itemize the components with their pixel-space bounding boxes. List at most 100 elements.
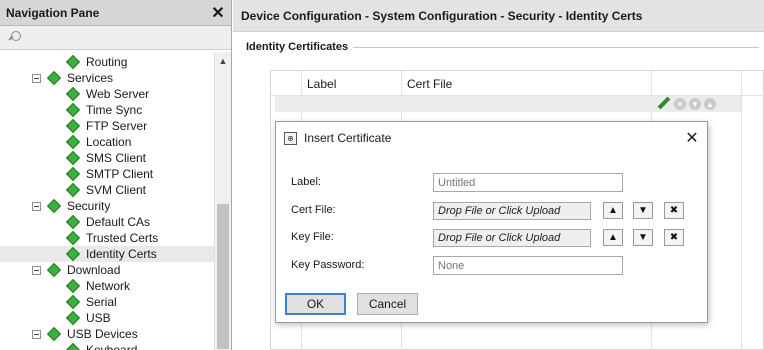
collapse-icon[interactable] [32,330,41,339]
green-diamond-icon [46,326,62,342]
search-icon[interactable] [8,30,22,45]
green-diamond-icon [65,182,81,198]
green-diamond-icon [65,54,81,70]
nav-title: Navigation Pane [6,5,100,20]
row-actions: ✕ ▼ ▲ [657,95,716,113]
tree-item[interactable]: Services [0,70,214,86]
tree-item[interactable]: Identity Certs [0,246,214,262]
tree-item[interactable]: Location [0,134,214,150]
dialog-title: Insert Certificate [304,131,392,145]
green-diamond-icon [65,230,81,246]
tree-item[interactable]: Default CAs [0,214,214,230]
collapse-icon[interactable] [32,266,41,275]
column-header-label[interactable]: Label [307,77,336,91]
green-diamond-icon [65,86,81,102]
close-icon[interactable]: ✕ [208,3,228,23]
green-diamond-icon [46,198,62,214]
cancel-button[interactable]: Cancel [357,293,418,315]
key-file-down-button[interactable]: ▼ [633,229,653,246]
collapse-icon[interactable] [32,74,41,83]
tree-item[interactable]: Routing [0,54,214,70]
key-file-dropzone[interactable]: Drop File or Click Upload [433,229,591,247]
cert-file-label: Cert File: [291,204,336,216]
tree-item[interactable]: FTP Server [0,118,214,134]
tree-item[interactable]: Trusted Certs [0,230,214,246]
tree-item-label: Default CAs [86,215,151,229]
tree-item[interactable]: SVM Client [0,182,214,198]
section-divider [353,47,759,48]
collapse-icon[interactable] [32,202,41,211]
green-diamond-icon [65,294,81,310]
cert-file-up-button[interactable]: ▲ [603,202,623,219]
green-diamond-icon [65,118,81,134]
cert-file-down-button[interactable]: ▼ [633,202,653,219]
tree-item-label: USB Devices [67,327,138,341]
tree-item[interactable]: Network [0,278,214,294]
key-password-label: Key Password: [291,259,365,271]
tree-item-label: Location [86,135,132,149]
tree-item-label: SVM Client [86,183,147,197]
key-password-input[interactable] [433,256,623,275]
tree-item[interactable]: Time Sync [0,102,214,118]
column-divider [741,71,742,350]
tree-item-label: Services [67,71,114,85]
nav-header: Navigation Pane ✕ [0,0,231,26]
tree-item-label: Time Sync [86,103,143,117]
tree-item-label: Security [67,199,111,213]
tree-item[interactable]: Web Server [0,86,214,102]
key-file-label: Key File: [291,231,334,243]
move-up-icon[interactable]: ▲ [704,98,716,110]
column-header-cert-file[interactable]: Cert File [407,77,452,91]
key-file-up-button[interactable]: ▲ [603,229,623,246]
cert-file-dropzone[interactable]: Drop File or Click Upload [433,202,591,220]
green-diamond-icon [65,166,81,182]
scroll-up-icon[interactable]: ▲ [215,52,231,69]
green-diamond-icon [65,134,81,150]
breadcrumb: Device Configuration - System Configurat… [233,0,764,32]
tree-item[interactable]: Security [0,198,214,214]
tree-item-label: Network [86,279,131,293]
tree-item[interactable]: SMTP Client [0,166,214,182]
nav-scrollbar[interactable]: ▲ [214,52,231,350]
scroll-thumb[interactable] [217,204,229,349]
remove-icon[interactable]: ✕ [674,98,686,110]
key-file-clear-button[interactable]: ✖ [664,229,684,246]
tree-item-label: FTP Server [86,119,148,133]
cert-file-clear-button[interactable]: ✖ [664,202,684,219]
section-title: Identity Certificates [246,41,355,53]
green-diamond-icon [65,278,81,294]
tree-item[interactable]: Keyboard [0,342,214,350]
tree-item[interactable]: Download [0,262,214,278]
nav-tree: Routing Services Web Server Time Sync FTP Se… [0,52,214,350]
tree-item-label: Routing [86,55,128,69]
green-diamond-icon [46,262,62,278]
label-input[interactable] [433,173,623,192]
green-diamond-icon [46,70,62,86]
tree-item[interactable]: USB Devices [0,326,214,342]
tree-item[interactable]: SMS Client [0,150,214,166]
tree-item-label: SMS Client [86,151,147,165]
green-diamond-icon [65,342,81,350]
insert-certificate-dialog: ⊕ Insert Certificate ✕ Label: Cert File:… [275,121,708,323]
green-diamond-icon [65,102,81,118]
tree-item-label: Serial [86,295,117,309]
tree-item-label: Identity Certs [86,247,157,261]
tree-item-label: SMTP Client [86,167,154,181]
tree-item-label: USB [86,311,111,325]
tree-item-label: Keyboard [86,343,138,350]
nav-search-bar[interactable] [0,26,231,50]
close-icon[interactable]: ✕ [677,124,707,152]
ok-button[interactable]: OK [285,293,346,315]
green-diamond-icon [65,150,81,166]
green-diamond-icon [65,246,81,262]
move-down-icon[interactable]: ▼ [689,98,701,110]
navigation-pane: Navigation Pane ✕ Routing Services Web Ser… [0,0,232,350]
tree-item[interactable]: Serial [0,294,214,310]
tree-item[interactable]: USB [0,310,214,326]
label-field-label: Label: [291,176,321,188]
tree-item-label: Download [67,263,121,277]
edit-icon[interactable] [657,97,671,111]
green-diamond-icon [65,214,81,230]
tree-item-label: Trusted Certs [86,231,159,245]
dialog-titlebar: ⊕ Insert Certificate ✕ [276,122,707,154]
